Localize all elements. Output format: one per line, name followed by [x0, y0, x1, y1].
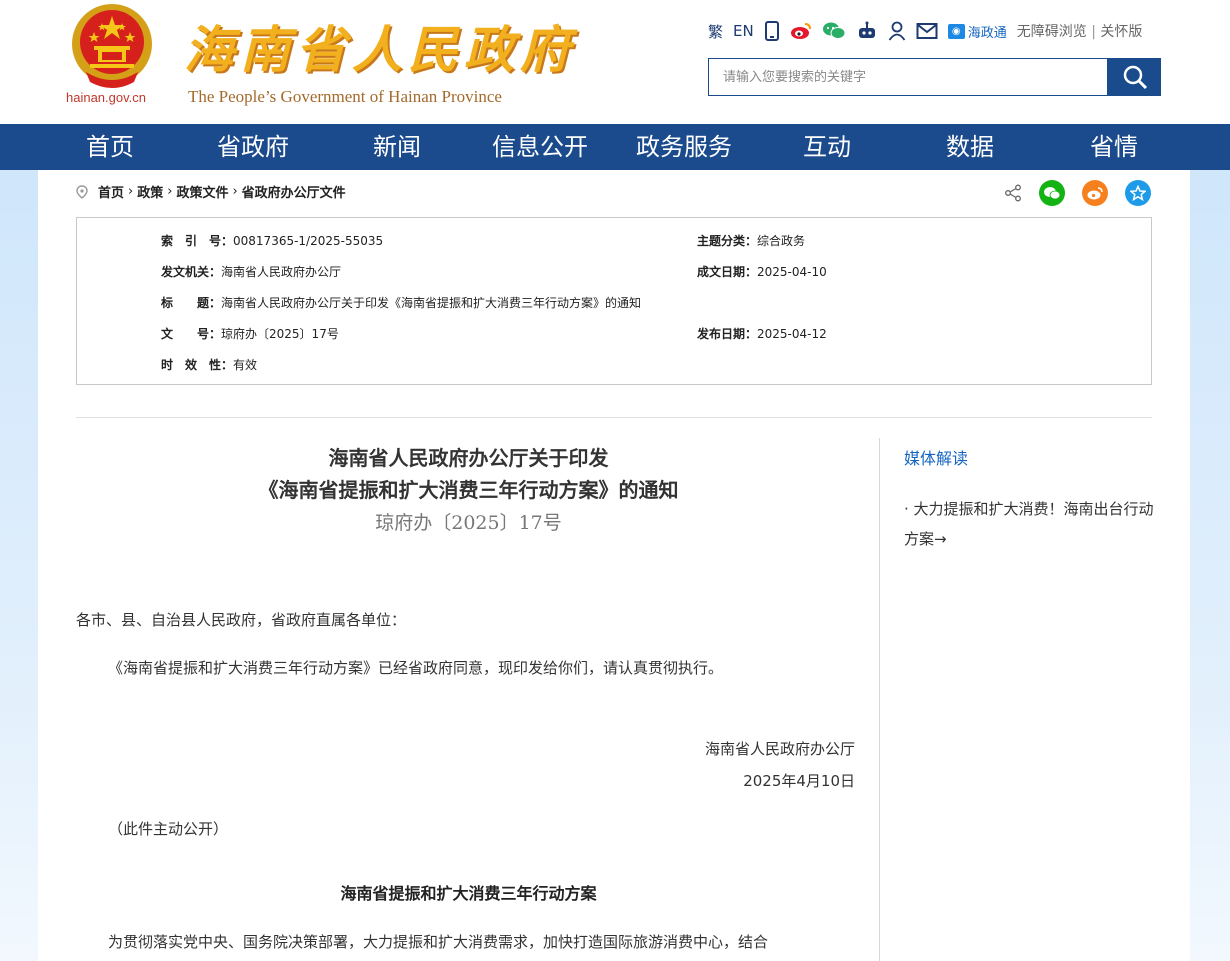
robot-icon[interactable]: [856, 21, 878, 41]
document-paragraph: 《海南省提振和扩大消费三年行动方案》已经省政府同意，现印发给你们，请认真贯彻执行…: [108, 659, 724, 677]
wechat-share-icon[interactable]: [1039, 180, 1065, 206]
breadcrumb-home[interactable]: 首页: [98, 182, 124, 201]
sidebar-divider: [879, 438, 880, 961]
breadcrumb-policy-documents[interactable]: 政策文件: [176, 182, 228, 201]
traditional-chinese-link[interactable]: 繁: [708, 21, 723, 42]
search-input[interactable]: [709, 59, 1107, 95]
search-icon: [1123, 65, 1147, 90]
search-button[interactable]: [1108, 58, 1161, 96]
document-signature: 海南省人民政府办公厅: [704, 740, 855, 758]
meta-created-value: 2025-04-10: [757, 265, 827, 279]
breadcrumb-separator: ›: [232, 184, 238, 199]
accessibility-label: 无障碍浏览: [1016, 24, 1087, 40]
tool-separator: |: [1091, 24, 1096, 40]
collect-star-icon[interactable]: [1125, 180, 1151, 206]
nav-item-government-services[interactable]: 政务服务: [636, 124, 732, 170]
english-link[interactable]: EN: [733, 22, 754, 40]
weibo-share-icon[interactable]: [1082, 180, 1108, 206]
meta-topic-row: 主题分类：综合政务: [697, 232, 805, 249]
public-note: （此件主动公开）: [108, 820, 229, 838]
meta-docno-label: 文 号：: [161, 327, 222, 341]
wechat-icon[interactable]: [822, 21, 846, 41]
meta-created-label: 成文日期：: [697, 265, 758, 279]
meta-validity-row: 时 效 性：有效: [161, 356, 257, 373]
main-nav: 首页 省政府 新闻 信息公开 政务服务 互动 数据 省情: [0, 124, 1230, 170]
hainan-app-label: 海政通: [967, 25, 1007, 41]
breadcrumb: 首页 › 政策 › 政策文件 › 省政府办公厅文件: [76, 182, 346, 201]
breadcrumb-policy[interactable]: 政策: [137, 182, 163, 201]
meta-docno-value: 琼府办〔2025〕17号: [221, 327, 339, 341]
meta-index-row: 索 引 号：00817365-1/2025-55035: [161, 232, 383, 249]
national-emblem-logo[interactable]: [68, 2, 156, 90]
meta-published-row: 发布日期：2025-04-12: [697, 325, 827, 342]
meta-topic-label: 主题分类：: [697, 234, 758, 248]
media-interpretation-link[interactable]: · 大力提振和扩大消费！海南出台行动方案→: [904, 494, 1156, 554]
meta-issuer-row: 发文机关：海南省人民政府办公厅: [161, 263, 341, 280]
breadcrumb-separator: ›: [128, 184, 134, 199]
location-pin-icon: [76, 184, 88, 199]
breadcrumb-office-documents[interactable]: 省政府办公厅文件: [242, 182, 346, 201]
meta-title-row: 标 题：海南省人民政府办公厅关于印发《海南省提振和扩大消费三年行动方案》的通知: [161, 294, 641, 311]
document-metadata: 索 引 号：00817365-1/2025-55035 主题分类：综合政务 发文…: [76, 217, 1152, 385]
nav-item-home[interactable]: 首页: [86, 124, 134, 170]
top-toolbar: 繁 EN ◉ 海政通 无障碍浏览 | 关怀版: [708, 19, 1142, 43]
site-domain: hainan.gov.cn: [66, 90, 146, 105]
document-date: 2025年4月10日: [743, 772, 855, 790]
share-bar: [1004, 180, 1151, 206]
nav-item-provincial-government[interactable]: 省政府: [217, 124, 289, 170]
hainan-app-link[interactable]: ◉ 海政通: [947, 22, 1007, 41]
document-salutation: 各市、县、自治县人民政府，省政府直属各单位：: [76, 611, 407, 629]
user-icon[interactable]: [888, 21, 906, 41]
meta-index-label: 索 引 号：: [161, 234, 234, 248]
meta-created-row: 成文日期：2025-04-10: [697, 263, 827, 280]
document-title-line1: 海南省人民政府办公厅关于印发: [328, 446, 609, 470]
meta-topic-value: 综合政务: [757, 234, 806, 248]
meta-title-label: 标 题：: [161, 296, 222, 310]
hainan-app-icon: ◉: [947, 23, 965, 39]
nav-item-information-disclosure[interactable]: 信息公开: [492, 124, 588, 170]
document-title-line2: 《海南省提振和扩大消费三年行动方案》的通知: [258, 478, 679, 502]
meta-issuer-label: 发文机关：: [161, 265, 222, 279]
meta-title-value: 海南省人民政府办公厅关于印发《海南省提振和扩大消费三年行动方案》的通知: [221, 296, 642, 310]
media-interpretation-heading: 媒体解读: [904, 449, 969, 468]
breadcrumb-separator: ›: [167, 184, 173, 199]
nav-item-news[interactable]: 新闻: [373, 124, 421, 170]
meta-published-value: 2025-04-12: [757, 327, 827, 341]
nav-item-province-overview[interactable]: 省情: [1090, 124, 1138, 170]
plan-intro: 为贯彻落实党中央、国务院决策部署，大力提振和扩大消费需求，加快打造国际旅游消费中…: [108, 933, 769, 951]
meta-docno-row: 文 号：琼府办〔2025〕17号: [161, 325, 339, 342]
meta-index-value: 00817365-1/2025-55035: [233, 234, 384, 248]
care-mode-label: 关怀版: [1100, 24, 1143, 40]
document-number: 琼府办〔2025〕17号: [375, 512, 562, 534]
accessibility-link[interactable]: 无障碍浏览 | 关怀版: [1017, 21, 1143, 41]
section-divider: [76, 417, 1152, 418]
meta-published-label: 发布日期：: [697, 327, 758, 341]
plan-title: 海南省提振和扩大消费三年行动方案: [340, 884, 597, 903]
nav-item-interaction[interactable]: 互动: [803, 124, 851, 170]
meta-issuer-value: 海南省人民政府办公厅: [221, 265, 342, 279]
mail-icon[interactable]: [916, 22, 938, 40]
nav-item-data[interactable]: 数据: [946, 124, 994, 170]
site-title[interactable]: 海南省人民政府: [184, 10, 576, 82]
weibo-icon[interactable]: [790, 21, 812, 41]
mobile-icon[interactable]: [764, 21, 780, 41]
search-field: [708, 58, 1108, 96]
share-icon[interactable]: [1004, 184, 1022, 202]
site-header: hainan.gov.cn 海南省人民政府 The People’s Gover…: [0, 0, 1230, 124]
meta-validity-label: 时 效 性：: [161, 358, 234, 372]
site-subtitle: The People’s Government of Hainan Provin…: [188, 87, 502, 106]
meta-validity-value: 有效: [233, 358, 258, 372]
